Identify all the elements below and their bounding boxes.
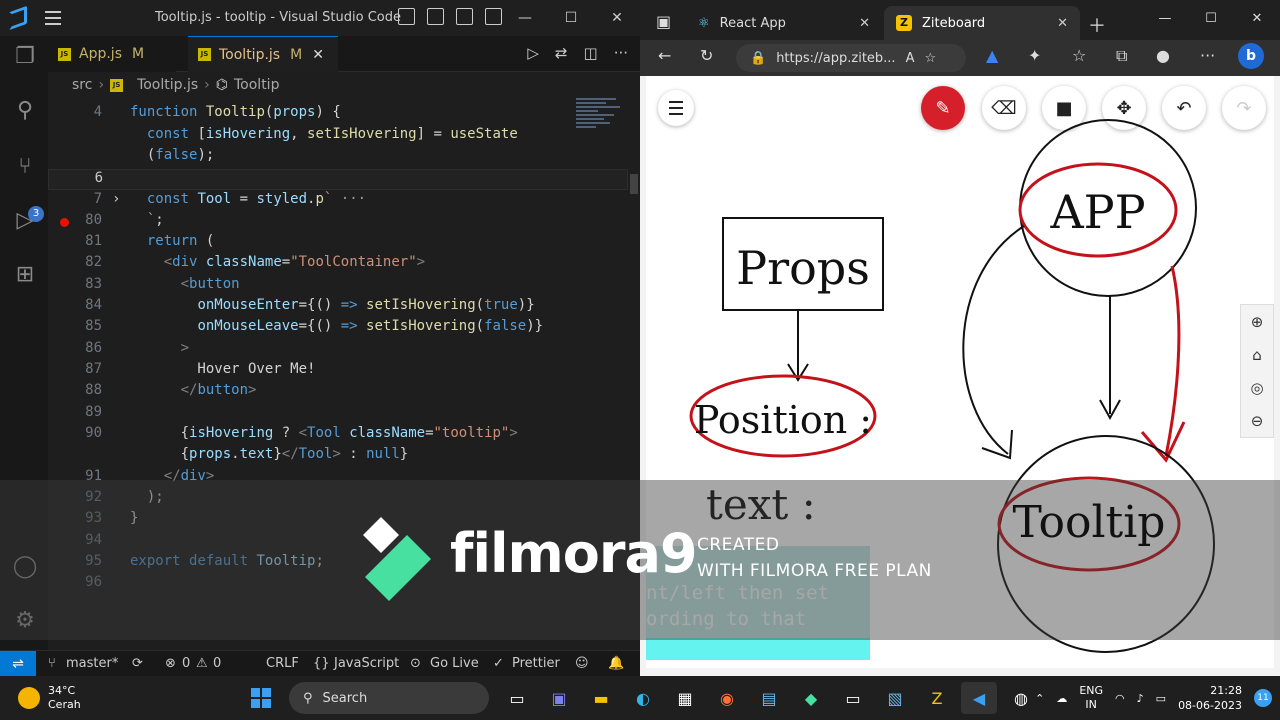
system-tray: ⌃ ☁ ENG IN ◠ ♪ ▭ 21:28 08-06-2023 11	[1035, 676, 1280, 720]
cloud-icon[interactable]: ☁	[1056, 692, 1067, 705]
search-icon: ⚲	[303, 690, 313, 706]
app-icon[interactable]: ▧	[877, 682, 913, 714]
desktop: Tooltip.js - tooltip - Visual Studio Cod…	[0, 0, 1280, 720]
ziteboard-icon[interactable]: Z	[919, 682, 955, 714]
language-indicator[interactable]: ENG IN	[1079, 684, 1103, 712]
file-explorer-icon[interactable]: ▬	[583, 682, 619, 714]
terminal-icon[interactable]: ▭	[835, 682, 871, 714]
notification-badge[interactable]: 11	[1254, 689, 1272, 707]
task-view-icon[interactable]: ▭	[499, 682, 535, 714]
filmora-icon[interactable]: ◆	[793, 682, 829, 714]
sun-icon	[18, 687, 40, 709]
volume-icon[interactable]: ♪	[1137, 692, 1144, 705]
search-label: Search	[322, 690, 368, 706]
store-icon[interactable]: ▦	[667, 682, 703, 714]
taskbar-apps: ⚲ Search ▭ ▣ ▬ ◐ ▦ ◉ ▤ ◆ ▭ ▧ Z ◀ ◍	[243, 682, 1039, 714]
clock[interactable]: 21:28 08-06-2023	[1178, 683, 1242, 713]
weather-condition: Cerah	[48, 698, 81, 711]
battery-icon[interactable]: ▭	[1156, 692, 1166, 705]
tooltip-label: Tooltip	[1013, 497, 1166, 548]
wifi-icon[interactable]: ◠	[1115, 692, 1125, 705]
photos-icon[interactable]: ▤	[751, 682, 787, 714]
weather-widget[interactable]: 34°C Cerah	[18, 684, 81, 712]
windows-taskbar: 34°C Cerah ⚲ Search ▭ ▣ ▬ ◐ ▦ ◉ ▤ ◆ ▭ ▧ …	[0, 676, 1280, 720]
firefox-icon[interactable]: ◉	[709, 682, 745, 714]
edge-icon[interactable]: ◐	[625, 682, 661, 714]
tooltip-label-layer: Tooltip	[1013, 497, 1166, 548]
vscode-taskbar-icon[interactable]: ◀	[961, 682, 997, 714]
temperature: 34°C	[48, 684, 76, 697]
taskbar-search[interactable]: ⚲ Search	[289, 682, 489, 714]
start-button[interactable]	[243, 682, 279, 714]
chrome-icon[interactable]: ◍	[1003, 682, 1039, 714]
chevron-up-icon[interactable]: ⌃	[1035, 692, 1044, 705]
teams-icon[interactable]: ▣	[541, 682, 577, 714]
